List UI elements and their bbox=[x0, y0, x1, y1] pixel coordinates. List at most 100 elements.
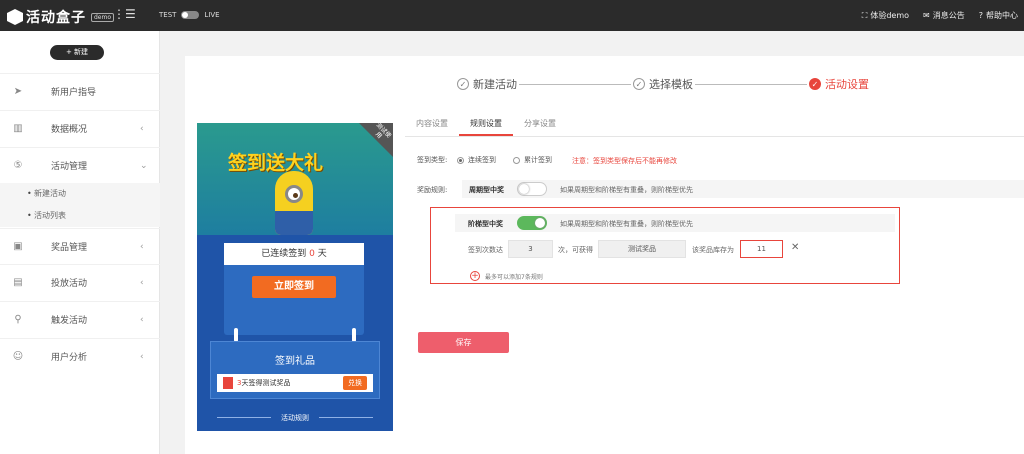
reward-rule-label: 奖励规则: bbox=[417, 186, 448, 194]
step-label: 新建活动 bbox=[473, 78, 517, 91]
sidebar-item-guide[interactable]: ➤ 新用户指导 bbox=[0, 73, 160, 109]
stock-input[interactable]: 11 bbox=[740, 240, 783, 258]
sidebar-item-label: 数据概况 bbox=[51, 125, 88, 135]
streak-suffix: 天 bbox=[317, 249, 327, 259]
env-test-label: TEST bbox=[159, 11, 177, 19]
add-rule-label: 最多可以添加7条规则 bbox=[485, 273, 543, 281]
check-circle-icon: ✓ bbox=[809, 78, 821, 90]
stock-label: 该奖品库存为 bbox=[692, 246, 734, 254]
tier-label: 阶梯型中奖 bbox=[468, 220, 503, 228]
radio-label: 累计签到 bbox=[524, 156, 552, 164]
radio-consecutive[interactable]: 连续签到 bbox=[457, 155, 496, 165]
prize-text: 天签得测试奖品 bbox=[241, 379, 291, 387]
sign-type-label: 签到类型: bbox=[417, 156, 448, 164]
sidebar-item-activity[interactable]: ⑤ 活动管理 ⌄ bbox=[0, 147, 160, 183]
help-icon: ? bbox=[978, 11, 983, 20]
days-input[interactable]: 3 bbox=[508, 240, 553, 258]
image-icon: ▤ bbox=[13, 276, 23, 288]
sidebar-item-label: 用户分析 bbox=[51, 353, 88, 363]
chart-icon: ▥ bbox=[13, 122, 23, 134]
sidebar-item-label: 活动管理 bbox=[51, 162, 88, 172]
html5-icon: ⑤ bbox=[13, 159, 23, 171]
preview-banner: 签到送大礼 测试使用 bbox=[197, 123, 393, 235]
network-icon: ⚲ bbox=[14, 313, 22, 325]
tab-rules[interactable]: 规则设置 bbox=[459, 113, 513, 136]
env-toggle[interactable] bbox=[181, 11, 200, 19]
mail-icon: ✉ bbox=[923, 11, 930, 20]
brand-badge: demo bbox=[91, 12, 115, 22]
redeem-button[interactable]: 兑换 bbox=[343, 376, 367, 390]
progress-steps: ✓ 新建活动 ✓ 选择模板 ✓ 活动设置 bbox=[457, 76, 869, 92]
chevron-left-icon: ‹ bbox=[140, 277, 144, 288]
env-live-label: LIVE bbox=[204, 11, 220, 19]
paper-plane-icon: ➤ bbox=[13, 85, 23, 97]
radio-cumulative[interactable]: 累计签到 bbox=[513, 155, 552, 165]
peg-left bbox=[234, 328, 238, 342]
demo-link-label: 体验demo bbox=[870, 11, 910, 20]
add-rule-button[interactable]: + 最多可以添加7条规则 bbox=[470, 271, 543, 281]
chevron-left-icon: ‹ bbox=[140, 351, 144, 362]
help-link-label: 帮助中心 bbox=[986, 11, 1018, 20]
minion-illustration bbox=[275, 171, 313, 235]
close-icon[interactable]: ✕ bbox=[791, 242, 799, 253]
sidebar-subitem-activity-list[interactable]: 活动列表 bbox=[0, 205, 160, 227]
phone-preview: 签到送大礼 测试使用 已连续签到 0 天 立即签到 签到礼品 3 天签得测试奖品 … bbox=[197, 123, 393, 431]
sign-in-button[interactable]: 立即签到 bbox=[252, 276, 336, 298]
notice-link-label: 消息公告 bbox=[932, 11, 965, 20]
brand-logo[interactable]: 活动盒子 demo bbox=[7, 7, 115, 27]
sign-card: 已连续签到 0 天 立即签到 bbox=[224, 243, 364, 335]
chevron-left-icon: ‹ bbox=[140, 123, 144, 134]
chevron-down-icon: ⌄ bbox=[140, 160, 148, 171]
expand-icon: ⛶ bbox=[861, 11, 868, 20]
step-label: 选择模板 bbox=[649, 78, 693, 91]
days-suffix: 次，可获得 bbox=[558, 246, 593, 254]
periodic-hint: 如果周期型和阶梯型有重叠，则阶梯型优先 bbox=[560, 186, 693, 194]
box-logo-icon bbox=[7, 9, 23, 25]
settings-tabs: 内容设置 规则设置 分享设置 bbox=[405, 113, 1024, 137]
check-circle-icon: ✓ bbox=[457, 78, 469, 90]
menu-toggle-icon[interactable]: ⋮☰ bbox=[113, 8, 136, 20]
tier-toggle[interactable] bbox=[517, 216, 547, 230]
sidebar-item-trigger[interactable]: ⚲ 触发活动 ‹ bbox=[0, 301, 160, 337]
sidebar-item-analysis[interactable]: ☺ 用户分析 ‹ bbox=[0, 338, 160, 374]
tab-content[interactable]: 内容设置 bbox=[405, 113, 459, 136]
prize-select[interactable]: 测试奖品 bbox=[598, 240, 686, 258]
preview-title: 签到送大礼 bbox=[228, 152, 324, 174]
sidebar-subitem-new-activity[interactable]: 新建活动 bbox=[0, 183, 160, 205]
sidebar-item-launch[interactable]: ▤ 投放活动 ‹ bbox=[0, 264, 160, 300]
plus-icon: + bbox=[470, 271, 480, 281]
days-prefix: 签到次数达 bbox=[468, 246, 503, 254]
sidebar-item-label: 投放活动 bbox=[51, 279, 88, 289]
sidebar-item-prizes[interactable]: ▣ 奖品管理 ‹ bbox=[0, 228, 160, 264]
new-button[interactable]: + 新建 bbox=[50, 45, 104, 60]
rules-title[interactable]: 活动规则 bbox=[197, 413, 393, 423]
save-button[interactable]: 保存 bbox=[418, 332, 509, 353]
sign-type-warning: 注意：签到类型保存后不能再修改 bbox=[572, 157, 677, 165]
sidebar-item-label: 触发活动 bbox=[51, 316, 88, 326]
gift-title: 签到礼品 bbox=[275, 356, 315, 367]
step-connector bbox=[695, 83, 807, 85]
sidebar: + 新建 ➤ 新用户指导 ▥ 数据概况 ‹ ⑤ 活动管理 ⌄ 新建活动 活动列表… bbox=[0, 31, 160, 454]
radio-dot bbox=[457, 156, 464, 164]
notice-link[interactable]: ✉ 消息公告 bbox=[923, 10, 965, 21]
radio-dot bbox=[513, 156, 520, 164]
chevron-left-icon: ‹ bbox=[140, 241, 144, 252]
step-template: ✓ 选择模板 bbox=[633, 76, 693, 92]
step-settings: ✓ 活动设置 bbox=[809, 76, 869, 92]
demo-link[interactable]: ⛶ 体验demo bbox=[862, 10, 909, 21]
sidebar-item-overview[interactable]: ▥ 数据概况 ‹ bbox=[0, 110, 160, 146]
gift-card: 签到礼品 3 天签得测试奖品 兑换 bbox=[210, 341, 380, 399]
periodic-label: 周期型中奖 bbox=[469, 186, 504, 194]
streak-days: 0 bbox=[309, 249, 315, 259]
help-link[interactable]: ? 帮助中心 bbox=[979, 10, 1018, 21]
user-icon: ☺ bbox=[12, 350, 24, 362]
env-switch: TEST LIVE bbox=[159, 11, 220, 19]
prize-row: 3 天签得测试奖品 兑换 bbox=[217, 374, 373, 392]
sidebar-item-label: 新用户指导 bbox=[51, 88, 97, 98]
tab-share[interactable]: 分享设置 bbox=[513, 113, 567, 136]
top-bar: 活动盒子 demo ⋮☰ TEST LIVE ⛶ 体验demo ✉ 消息公告 ? 帮助… bbox=[0, 0, 1024, 31]
check-circle-icon: ✓ bbox=[633, 78, 645, 90]
brand-name: 活动盒子 bbox=[26, 10, 86, 26]
step-create: ✓ 新建活动 bbox=[457, 76, 517, 92]
periodic-toggle[interactable] bbox=[517, 182, 547, 196]
